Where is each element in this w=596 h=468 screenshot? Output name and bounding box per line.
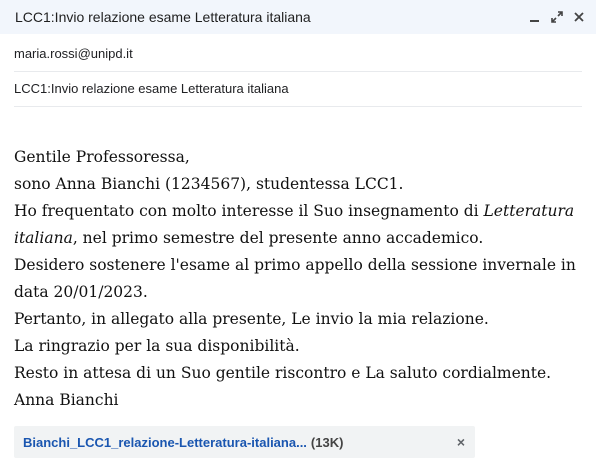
minimize-icon [530,20,539,22]
body-line: Ho frequentato con molto interesse il Su… [14,198,589,252]
signature: Anna Bianchi [14,391,119,409]
attachment-name[interactable]: Bianchi_LCC1_relazione-Letteratura-itali… [23,435,307,450]
recipients-field[interactable]: maria.rossi@unipd.it [14,36,582,72]
body-line: La ringrazio per la sua disponibilità. [14,337,300,355]
attachment-chip[interactable]: Bianchi_LCC1_relazione-Letteratura-itali… [14,426,475,458]
subject-text: LCC1:Invio relazione esame Letteratura i… [14,81,289,96]
remove-attachment-icon[interactable]: × [457,434,465,450]
minimize-button[interactable] [528,10,542,24]
body-line: Resto in attesa di un Suo gentile riscon… [14,364,552,382]
recipient-chip[interactable]: maria.rossi@unipd.it [14,46,133,61]
compose-title-bar[interactable]: LCC1:Invio relazione esame Letteratura i… [0,0,596,34]
body-line: Pertanto, in allegato alla presente, Le … [14,310,489,328]
compose-title: LCC1:Invio relazione esame Letteratura i… [15,9,311,25]
attachment-size: (13K) [310,434,344,450]
popout-button[interactable] [550,10,564,24]
close-button[interactable] [572,10,586,24]
message-body[interactable]: Gentile Professoressa, sono Anna Bianchi… [14,144,589,414]
close-icon [574,12,584,22]
greeting-line: Gentile Professoressa, [14,148,190,166]
body-text-span: Ho frequentato con molto interesse il Su… [14,202,484,220]
subject-field[interactable]: LCC1:Invio relazione esame Letteratura i… [14,71,582,107]
body-line: Desidero sostenere l'esame al primo appe… [14,256,576,301]
body-text-span: , nel primo semestre del presente anno a… [72,229,484,247]
body-line: sono Anna Bianchi (1234567), studentessa… [14,175,404,193]
window-controls [528,0,586,34]
expand-icon [551,11,563,23]
